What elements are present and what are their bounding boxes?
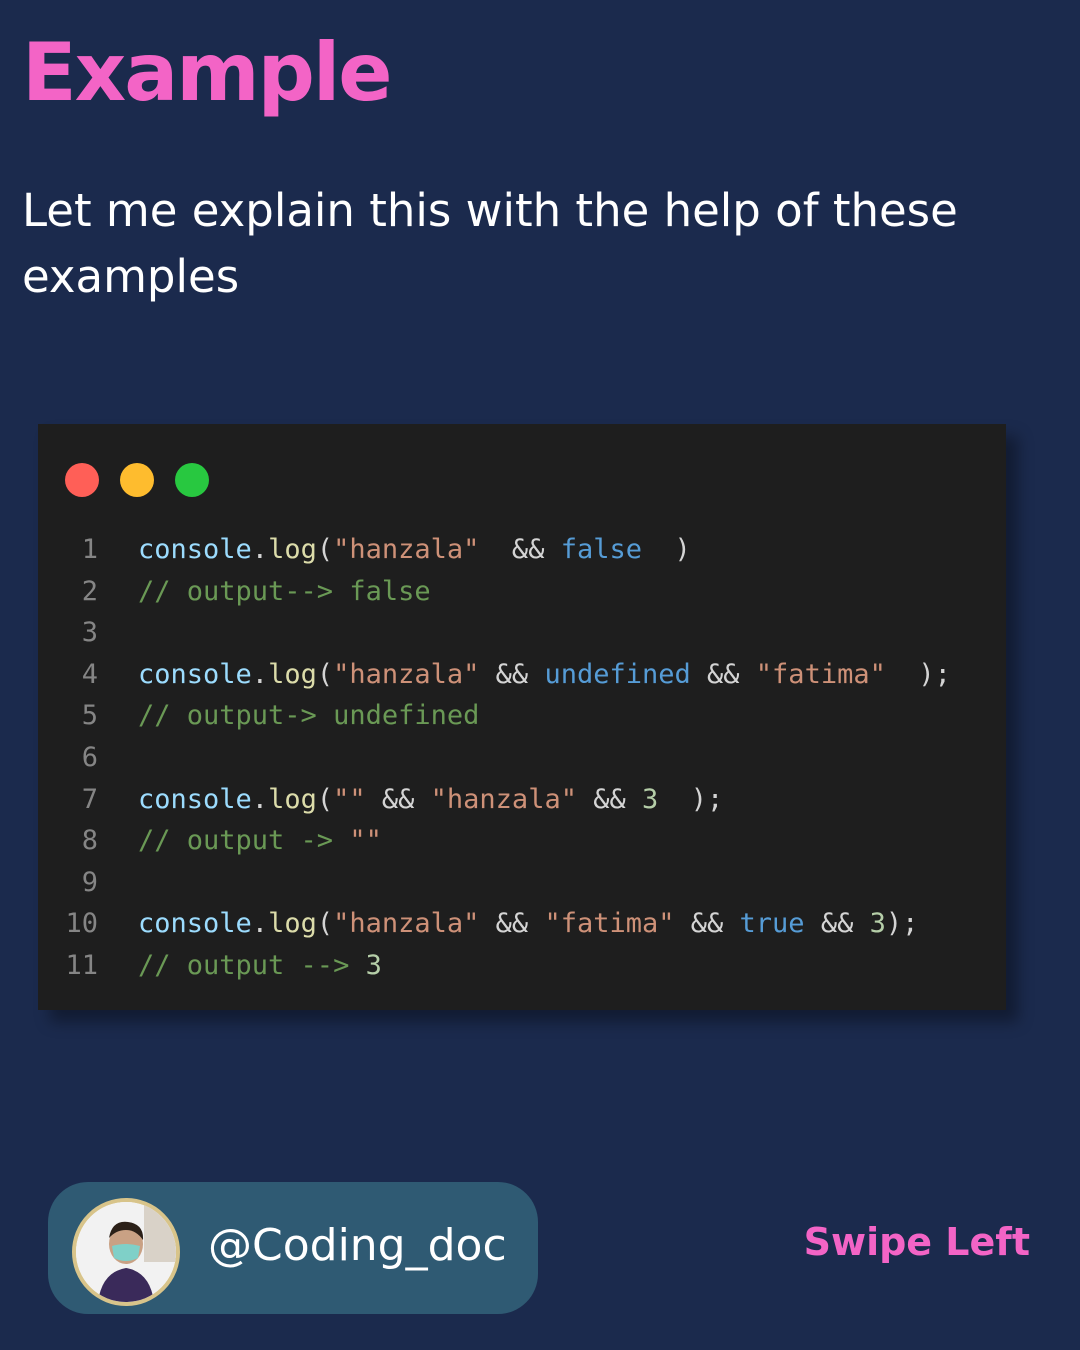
code-token: && [576, 783, 642, 815]
line-number: 11 [65, 949, 98, 981]
code-token: ( [316, 783, 334, 815]
code-token: && [674, 908, 740, 940]
line-number: 4 [81, 658, 98, 690]
page-subtitle: Let me explain this with the help of the… [22, 184, 958, 303]
line-number: 1 [81, 534, 98, 565]
code-token: && [365, 783, 431, 815]
code-text: console.log("hanzala" && "fatima" && tru… [138, 903, 918, 945]
code-token: ); [885, 658, 951, 690]
code-line: 5 // output-> undefined [38, 695, 1006, 737]
code-line: 11 // output --> 3 [38, 945, 1006, 987]
line-number: 5 [81, 700, 98, 732]
code-token: 3 [869, 908, 886, 940]
line-number: 3 [81, 617, 98, 649]
code-token: . [251, 908, 269, 940]
line-number: 9 [81, 866, 98, 898]
code-token: log [268, 908, 317, 940]
code-line: 3 [38, 612, 1006, 654]
code-token: "" [333, 783, 366, 815]
code-token: "hanzala" [333, 658, 480, 690]
code-token: // output -> [138, 825, 350, 857]
code-token: // output-> undefined [138, 700, 480, 732]
code-line: 8 // output -> "" [38, 820, 1006, 862]
code-line: 7 console.log("" && "hanzala" && 3 ); [38, 779, 1006, 821]
code-token: ( [316, 908, 334, 940]
code-token: "" [349, 825, 382, 857]
minimize-dot-icon [120, 463, 154, 497]
code-token: "hanzala" [333, 908, 480, 940]
code-text: console.log("hanzala" && false ) [138, 529, 691, 571]
window-controls [65, 463, 209, 497]
code-token: console [138, 908, 252, 940]
code-token: // output--> false [138, 575, 431, 607]
code-token: && [479, 658, 545, 690]
code-line: 10 console.log("hanzala" && "fatima" && t… [38, 903, 1006, 945]
code-token: . [251, 534, 269, 565]
page-title: Example [22, 26, 393, 119]
code-token: && [804, 908, 870, 940]
code-text: console.log("hanzala" && undefined && "f… [138, 654, 951, 696]
code-token: console [138, 783, 252, 815]
code-token: "hanzala" [430, 783, 577, 815]
code-window: 1 console.log("hanzala" && false ) 2// out… [38, 424, 1006, 1010]
code-token: ( [316, 534, 334, 565]
code-token: && [479, 908, 545, 940]
code-token: undefined [544, 658, 691, 690]
user-avatar-icon [76, 1202, 176, 1302]
code-token: && [479, 534, 561, 565]
code-token: false [560, 534, 642, 565]
code-token: && [690, 658, 756, 690]
code-token: ); [658, 783, 724, 815]
code-line: 9 [38, 862, 1006, 904]
code-token: "fatima" [755, 658, 886, 690]
line-number: 10 [65, 908, 98, 940]
code-token: true [739, 908, 805, 940]
code-text: console.log("" && "hanzala" && 3 ); [138, 779, 723, 821]
code-token: log [268, 783, 317, 815]
code-line: 2 // output--> false [38, 571, 1006, 613]
profile-badge[interactable]: @Coding_doc [48, 1182, 538, 1314]
code-text: // output -> "" [138, 820, 382, 862]
code-token: // output --> [138, 949, 366, 981]
code-text: // output-> undefined [138, 695, 479, 737]
code-token: log [268, 658, 317, 690]
code-line: 1 console.log("hanzala" && false ) [38, 529, 1006, 571]
code-token: "hanzala" [333, 534, 480, 565]
close-dot-icon [65, 463, 99, 497]
code-token: "fatima" [544, 908, 675, 940]
code-token: 3 [365, 949, 382, 981]
avatar [72, 1198, 180, 1306]
code-line: 6 [38, 737, 1006, 779]
code-token: ) [641, 534, 691, 565]
line-number: 2 [81, 575, 98, 607]
code-token: console [138, 658, 252, 690]
code-line: 4 console.log("hanzala" && undefined && "… [38, 654, 1006, 696]
maximize-dot-icon [175, 463, 209, 497]
swipe-left-label: Swipe Left [803, 1220, 1030, 1264]
code-token: ( [316, 658, 334, 690]
code-text: // output--> false [138, 571, 431, 613]
code-text: // output --> 3 [138, 945, 382, 987]
code-token: ); [885, 908, 919, 940]
line-number: 8 [81, 825, 98, 857]
code-block: 1 console.log("hanzala" && false ) 2// out… [38, 529, 1006, 987]
code-token: . [251, 658, 269, 690]
line-number: 6 [81, 741, 98, 773]
code-token: log [268, 534, 317, 565]
line-number: 7 [81, 783, 98, 815]
profile-handle: @Coding_doc [208, 1220, 507, 1271]
code-token: console [138, 534, 252, 565]
code-token: 3 [642, 783, 659, 815]
code-token: . [251, 783, 269, 815]
